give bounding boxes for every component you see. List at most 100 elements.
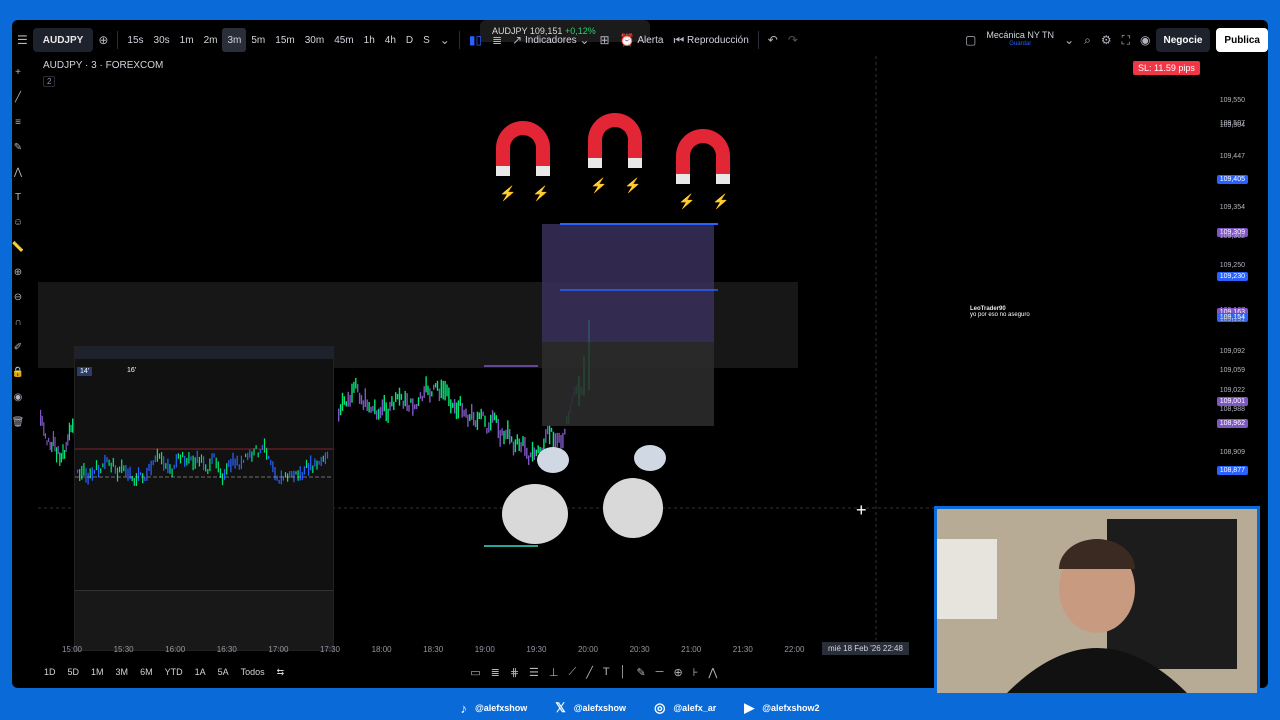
range-ytd[interactable]: YTD [159,667,189,677]
embedded-candle [125,464,127,477]
magnet-icon[interactable]: ∩ [14,310,21,335]
range-todos[interactable]: Todos [235,667,271,677]
layout-icon[interactable]: ▢ [960,28,981,52]
line-icon[interactable]: ╱ [586,666,593,679]
range-1d[interactable]: 1D [38,667,62,677]
candle [362,400,365,411]
price-label: 108,909 [1219,449,1245,457]
vertical-line-icon[interactable]: │ [620,666,627,679]
eye-icon[interactable]: ◉ [14,385,23,410]
timeframe-15s[interactable]: 15s [122,28,148,52]
settings-icon[interactable]: ⚙ [1096,28,1117,52]
channel-icon[interactable]: ⋕ [510,666,519,679]
candle [533,447,536,461]
candle [543,438,545,451]
text-icon[interactable]: T [15,185,21,210]
svg-text:⚡: ⚡ [590,177,607,194]
chat-text: yo por eso no aseguro [970,312,1030,318]
social-link[interactable]: ◎ @alefx_ar [654,700,716,716]
range-3m[interactable]: 3M [110,667,135,677]
menu-icon[interactable]: ☰ [12,28,33,52]
symbol-search-button[interactable]: AUDJPY [32,28,94,52]
publish-button[interactable]: Publica [1216,28,1268,52]
long-position-icon[interactable]: ⊦ [693,666,699,679]
fib-icon[interactable]: ☰ [529,666,539,679]
emoji-icon[interactable]: ☺ [13,210,23,235]
trade-button[interactable]: Negocie [1155,28,1211,52]
embedded-candle [287,473,289,482]
candle [431,391,433,397]
legend-toggle[interactable]: 2 [43,76,56,87]
range-1m[interactable]: 1M [85,667,110,677]
social-link[interactable]: 𝕏 @alefxshow [555,700,626,716]
fib-icon[interactable]: ≡ [15,110,21,135]
candle-type-icon[interactable]: ▮▯ [464,28,487,52]
brush-icon[interactable]: ✎ [636,666,645,679]
timeframe-2m[interactable]: 2m [199,28,223,52]
trendline-icon[interactable]: ╱ [15,85,21,110]
crosshair-icon[interactable]: + [15,60,21,85]
measure-icon[interactable]: ⊥ [549,666,559,679]
range-1a[interactable]: 1A [189,667,212,677]
timeframe-4h[interactable]: 4h [380,28,401,52]
mouse-crosshair: + [856,500,867,520]
timeframe-1m[interactable]: 1m [175,28,199,52]
candle [474,420,477,428]
embedded-candle [238,464,240,470]
zoom-in-icon[interactable]: ⊕ [14,260,22,285]
undo-icon[interactable]: ↶ [763,28,783,52]
add-symbol-icon[interactable]: ⊕ [93,28,113,52]
svg-text:⚡: ⚡ [712,193,729,210]
timeframe-45m[interactable]: 45m [329,28,358,52]
timeframe-D[interactable]: D [401,28,418,52]
alert-button[interactable]: ⏰ Alerta [615,28,669,52]
candle [400,393,403,400]
embedded-candle [263,438,266,453]
bar-type-icon[interactable]: ≣ [487,28,507,52]
lock-icon[interactable]: 🔒 [12,360,24,385]
horizontal-line-icon[interactable]: ─ [656,666,664,679]
candle [503,430,505,445]
candle [372,405,374,412]
embedded-candle [312,465,314,474]
timeframe-30s[interactable]: 30s [149,28,175,52]
lines-icon[interactable]: ≣ [491,666,500,679]
timeframe-1h[interactable]: 1h [359,28,380,52]
fullscreen-icon[interactable]: ⛶ [1117,28,1135,52]
timeframe-3m[interactable]: 3m [222,28,247,52]
search-icon[interactable]: ⌕ [1079,28,1096,52]
pattern-icon[interactable]: ⋀ [708,666,717,679]
brush-icon[interactable]: ✎ [14,135,22,160]
path-icon[interactable]: ⟋ [569,666,577,679]
timeframe-S[interactable]: S [418,28,435,52]
timeframe-5m[interactable]: 5m [246,28,270,52]
replay-button[interactable]: ⏮ Reproducción [668,28,753,52]
zoom-out-icon[interactable]: ⊖ [14,285,22,310]
timeframe-30m[interactable]: 30m [300,28,329,52]
chevron-down-icon[interactable]: ⌄ [435,28,455,52]
pencil-icon[interactable]: ✐ [14,335,22,360]
target-icon[interactable]: ⊕ [673,666,682,679]
chevron-down-icon[interactable]: ⌄ [1059,28,1079,52]
time-label: 20:30 [629,645,650,654]
candle [389,401,391,412]
text-icon[interactable]: T [603,666,610,679]
templates-icon[interactable]: ⊞ [595,28,615,52]
timeframe-15m[interactable]: 15m [270,28,299,52]
social-link[interactable]: ▶ @alefxshow2 [744,700,819,716]
layout-button[interactable]: Mecánica NY TN Guardar [981,28,1059,52]
redo-icon[interactable]: ↷ [783,28,803,52]
indicators-button[interactable]: ↗ Indicadores ⌄ [507,28,594,52]
pattern-icon[interactable]: ⋀ [14,160,22,185]
range-5a[interactable]: 5A [212,667,235,677]
social-link[interactable]: ♪ @alefxshow [460,701,527,716]
rectangle-icon[interactable]: ▭ [470,666,480,679]
candle [490,414,492,431]
embedded-candle [200,454,203,463]
ruler-icon[interactable]: 📏 [12,235,24,260]
range-5d[interactable]: 5D [62,667,86,677]
camera-icon[interactable]: ◉ [1135,28,1155,52]
range-6m[interactable]: 6M [134,667,159,677]
date-range-icon[interactable]: ⇆ [271,667,291,678]
trash-icon[interactable]: 🗑 [12,410,24,435]
